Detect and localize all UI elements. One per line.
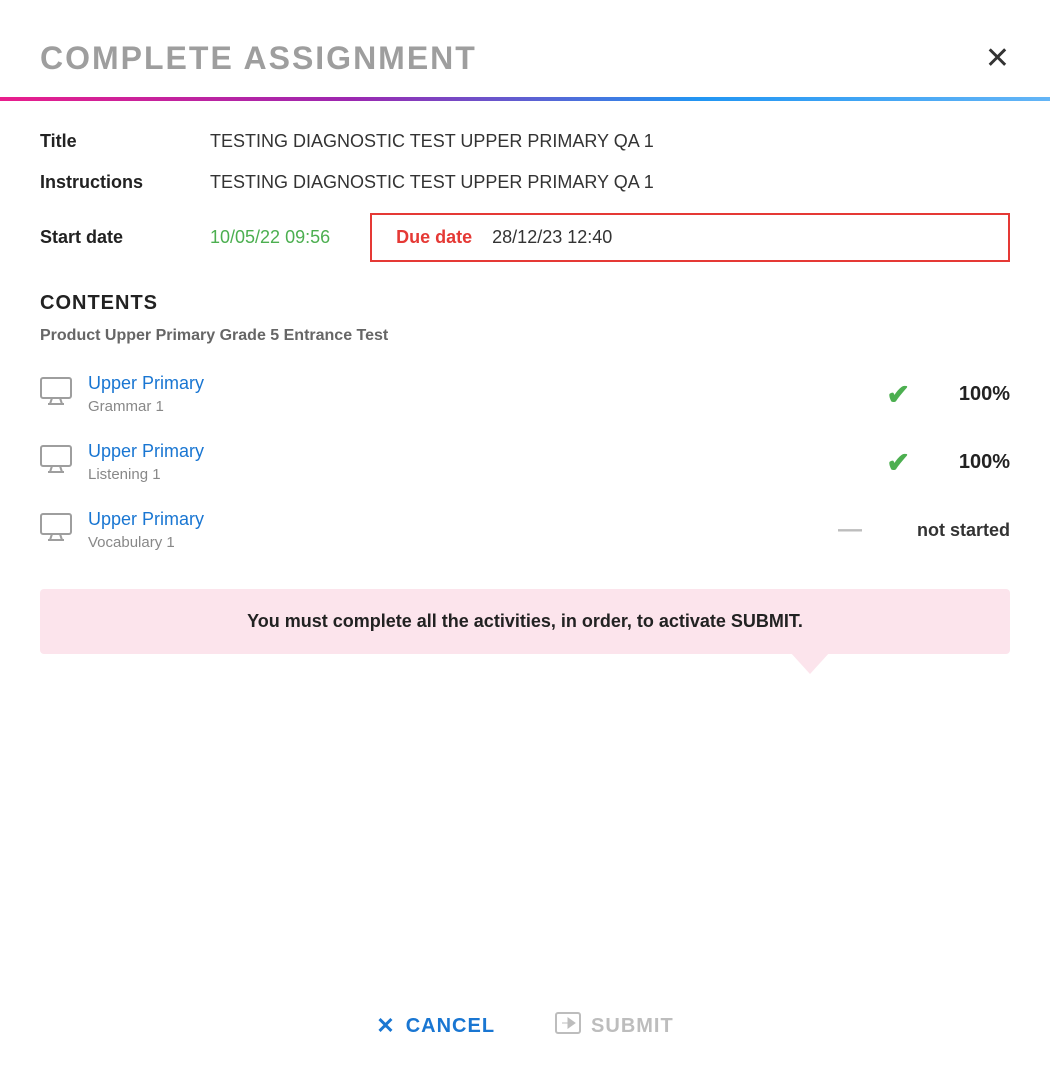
monitor-icon — [40, 513, 72, 548]
monitor-icon — [40, 445, 72, 480]
item-info: Upper Primary Grammar 1 — [88, 373, 887, 415]
title-row: Title TESTING DIAGNOSTIC TEST UPPER PRIM… — [40, 131, 1010, 152]
item-status: ✔ 100% — [887, 378, 1010, 411]
warning-text: You must complete all the activities, in… — [247, 611, 803, 631]
due-date-value: 28/12/23 12:40 — [492, 227, 612, 248]
instructions-value: TESTING DIAGNOSTIC TEST UPPER PRIMARY QA… — [210, 172, 654, 193]
content-item-3: Upper Primary Vocabulary 1 — not started — [40, 501, 1010, 559]
content-item-1: Upper Primary Grammar 1 ✔ 100% — [40, 365, 1010, 423]
start-date-value: 10/05/22 09:56 — [210, 227, 330, 248]
dash-icon: — — [838, 516, 860, 544]
complete-assignment-modal: COMPLETE ASSIGNMENT ✕ Title TESTING DIAG… — [0, 0, 1050, 1080]
item-subtitle: Grammar 1 — [88, 398, 887, 415]
title-value: TESTING DIAGNOSTIC TEST UPPER PRIMARY QA… — [210, 131, 654, 152]
content-item-row: Upper Primary Grammar 1 ✔ 100% — [40, 365, 1010, 423]
submit-label: SUBMIT — [591, 1015, 674, 1038]
modal-title: COMPLETE ASSIGNMENT — [40, 40, 477, 77]
item-status: — not started — [838, 516, 1010, 544]
cancel-button[interactable]: ✕ CANCEL — [376, 1013, 495, 1039]
item-info: Upper Primary Listening 1 — [88, 441, 887, 483]
content-item-2: Upper Primary Listening 1 ✔ 100% — [40, 433, 1010, 491]
dates-row: Start date 10/05/22 09:56 Due date 28/12… — [40, 213, 1010, 262]
percent-label: 100% — [940, 451, 1010, 474]
modal-body: Title TESTING DIAGNOSTIC TEST UPPER PRIM… — [0, 101, 1050, 982]
instructions-row: Instructions TESTING DIAGNOSTIC TEST UPP… — [40, 172, 1010, 193]
content-item-row: Upper Primary Listening 1 ✔ 100% — [40, 433, 1010, 491]
instructions-label: Instructions — [40, 172, 210, 193]
not-started-label: not started — [890, 520, 1010, 541]
item-status: ✔ 100% — [887, 446, 1010, 479]
percent-label: 100% — [940, 383, 1010, 406]
content-item-row: Upper Primary Vocabulary 1 — not started — [40, 501, 1010, 559]
modal-header: COMPLETE ASSIGNMENT ✕ — [0, 0, 1050, 77]
warning-arrow — [790, 652, 830, 674]
check-icon: ✔ — [887, 378, 910, 411]
item-subtitle: Listening 1 — [88, 466, 887, 483]
item-subtitle: Vocabulary 1 — [88, 534, 838, 551]
submit-icon — [555, 1012, 581, 1040]
item-title[interactable]: Upper Primary — [88, 509, 838, 530]
item-info: Upper Primary Vocabulary 1 — [88, 509, 838, 551]
title-label: Title — [40, 131, 210, 152]
submit-button[interactable]: SUBMIT — [555, 1012, 674, 1040]
cancel-x-icon: ✕ — [376, 1013, 395, 1039]
item-title[interactable]: Upper Primary — [88, 441, 887, 462]
warning-box: You must complete all the activities, in… — [40, 589, 1010, 654]
start-date-label: Start date — [40, 227, 210, 248]
contents-heading: CONTENTS — [40, 292, 1010, 315]
due-date-box: Due date 28/12/23 12:40 — [370, 213, 1010, 262]
due-date-label: Due date — [396, 227, 472, 248]
item-title[interactable]: Upper Primary — [88, 373, 887, 394]
monitor-icon — [40, 377, 72, 412]
product-label: Product Upper Primary Grade 5 Entrance T… — [40, 327, 1010, 345]
modal-footer: ✕ CANCEL SUBMIT — [0, 982, 1050, 1080]
check-icon: ✔ — [887, 446, 910, 479]
close-button[interactable]: ✕ — [985, 44, 1010, 74]
cancel-label: CANCEL — [406, 1015, 495, 1038]
